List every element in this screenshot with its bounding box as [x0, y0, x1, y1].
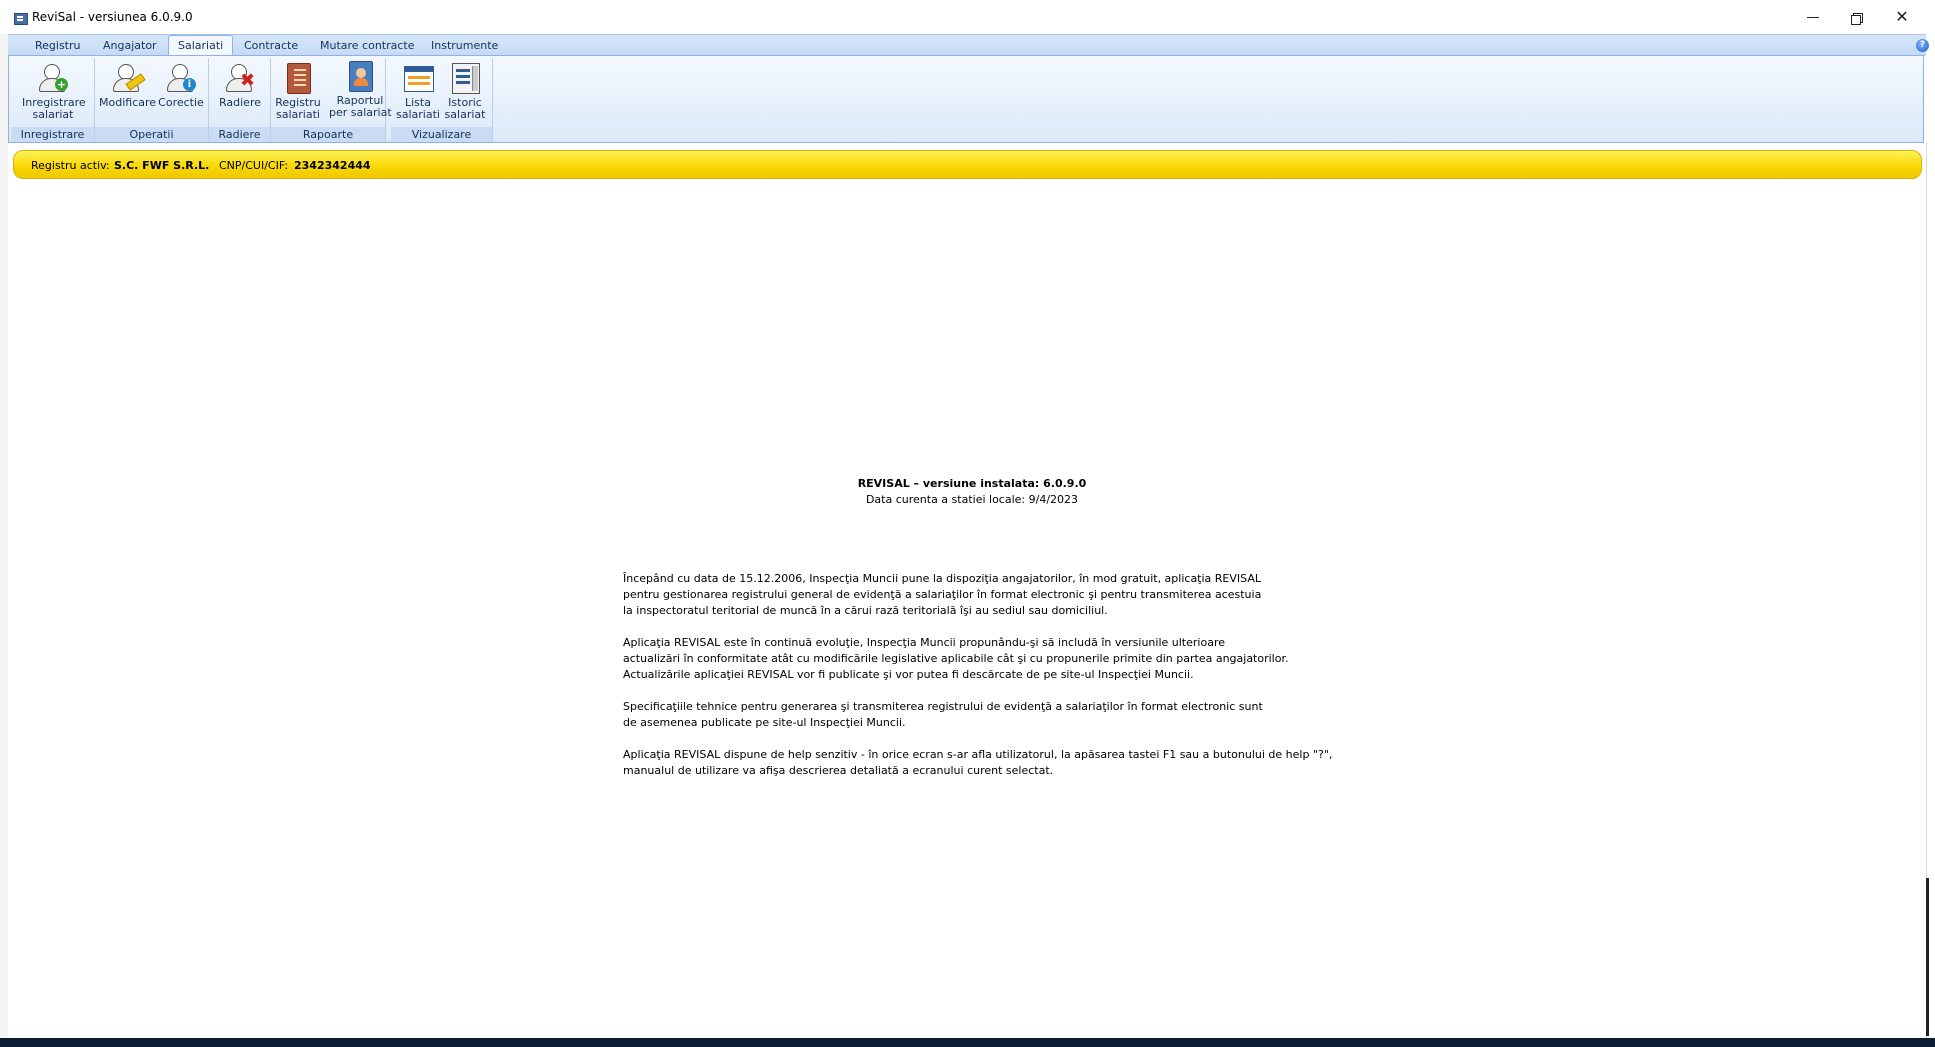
group-label: Inregistrare — [11, 127, 94, 142]
taskbar-strip — [0, 1038, 1935, 1047]
employee-report-icon — [344, 60, 376, 92]
active-registry-bar: Registru activ: S.C. FWF S.R.L. CNP/CUI/… — [13, 150, 1922, 179]
corectie-button[interactable]: i Corectie — [157, 60, 205, 109]
active-company-name: S.C. FWF S.R.L. — [114, 159, 210, 172]
version-title: REVISAL – versiune instalata: 6.0.9.0 — [857, 477, 1087, 490]
window-left-border — [0, 0, 8, 1047]
list-window-icon — [402, 62, 434, 94]
lista-salariati-button[interactable]: Lista salariati — [396, 60, 440, 121]
info-paragraph-4: Aplicaţia REVISAL dispune de help senzit… — [623, 748, 1333, 777]
register-book-icon — [282, 62, 314, 94]
group-inregistrare: + Inregistrare salariat Inregistrare — [11, 58, 95, 142]
tab-salariati[interactable]: Salariati — [168, 35, 234, 56]
group-radiere: ✖ Radiere Radiere — [209, 58, 271, 142]
edit-user-icon — [111, 62, 146, 94]
close-icon: ✕ — [1895, 7, 1909, 26]
group-vizualizare: Lista salariati Istoric salariat Vizuali… — [391, 58, 493, 142]
title-bar: ReviSal - versiunea 6.0.9.0 ✕ — [0, 0, 1935, 34]
istoric-salariat-button[interactable]: Istoric salariat — [443, 60, 487, 121]
history-icon — [449, 62, 481, 94]
ribbon-tab-bar: Registru Angajator Salariati Contracte M… — [8, 34, 1929, 56]
scrollbar-edge — [1926, 878, 1929, 1036]
minimize-icon — [1807, 17, 1819, 18]
group-operatii: Modificare i Corectie Operatii — [95, 58, 209, 142]
group-label: Operatii — [95, 127, 208, 142]
group-label: Radiere — [209, 127, 270, 142]
app-icon — [14, 13, 28, 25]
active-registry-label: Registru activ: — [31, 159, 110, 172]
raportul-per-salariat-button[interactable]: Raportul per salariat — [329, 58, 392, 119]
cnp-cui-label: CNP/CUI/CIF: — [219, 159, 289, 172]
remove-user-icon: ✖ — [224, 62, 256, 94]
close-button[interactable]: ✕ — [1882, 5, 1922, 29]
group-label: Rapoarte — [271, 127, 385, 142]
info-paragraph-1: Începând cu data de 15.12.2006, Inspecţi… — [623, 572, 1262, 617]
tab-instrumente[interactable]: Instrumente — [431, 39, 498, 52]
tab-contracte[interactable]: Contracte — [244, 39, 298, 52]
help-icon[interactable]: ? — [1916, 39, 1929, 52]
version-date: Data curenta a statiei locale: 9/4/2023 — [865, 493, 1079, 506]
cnp-cui-value: 2342342444 — [294, 159, 371, 172]
ribbon-panel: + Inregistrare salariat Inregistrare Mod… — [8, 55, 1924, 143]
tab-registru[interactable]: Registru — [35, 39, 81, 52]
tab-mutare-contracte[interactable]: Mutare contracte — [320, 39, 415, 52]
registru-salariati-button[interactable]: Registru salariati — [275, 60, 321, 121]
info-paragraph-3: Specificaţiile tehnice pentru generarea … — [623, 700, 1263, 729]
group-label: Vizualizare — [391, 127, 492, 142]
inregistrare-salariat-button[interactable]: + Inregistrare salariat — [22, 60, 86, 121]
minimize-button[interactable] — [1793, 5, 1833, 29]
tab-angajator[interactable]: Angajator — [103, 39, 157, 52]
info-user-icon: i — [165, 62, 197, 94]
add-user-icon: + — [37, 62, 69, 94]
info-paragraph-2: Aplicaţia REVISAL este în continuă evolu… — [623, 636, 1289, 681]
radiere-button[interactable]: ✖ Radiere — [215, 60, 265, 109]
modificare-button[interactable]: Modificare — [99, 60, 156, 109]
window-title: ReviSal - versiunea 6.0.9.0 — [32, 10, 193, 24]
restore-button[interactable] — [1837, 5, 1877, 29]
